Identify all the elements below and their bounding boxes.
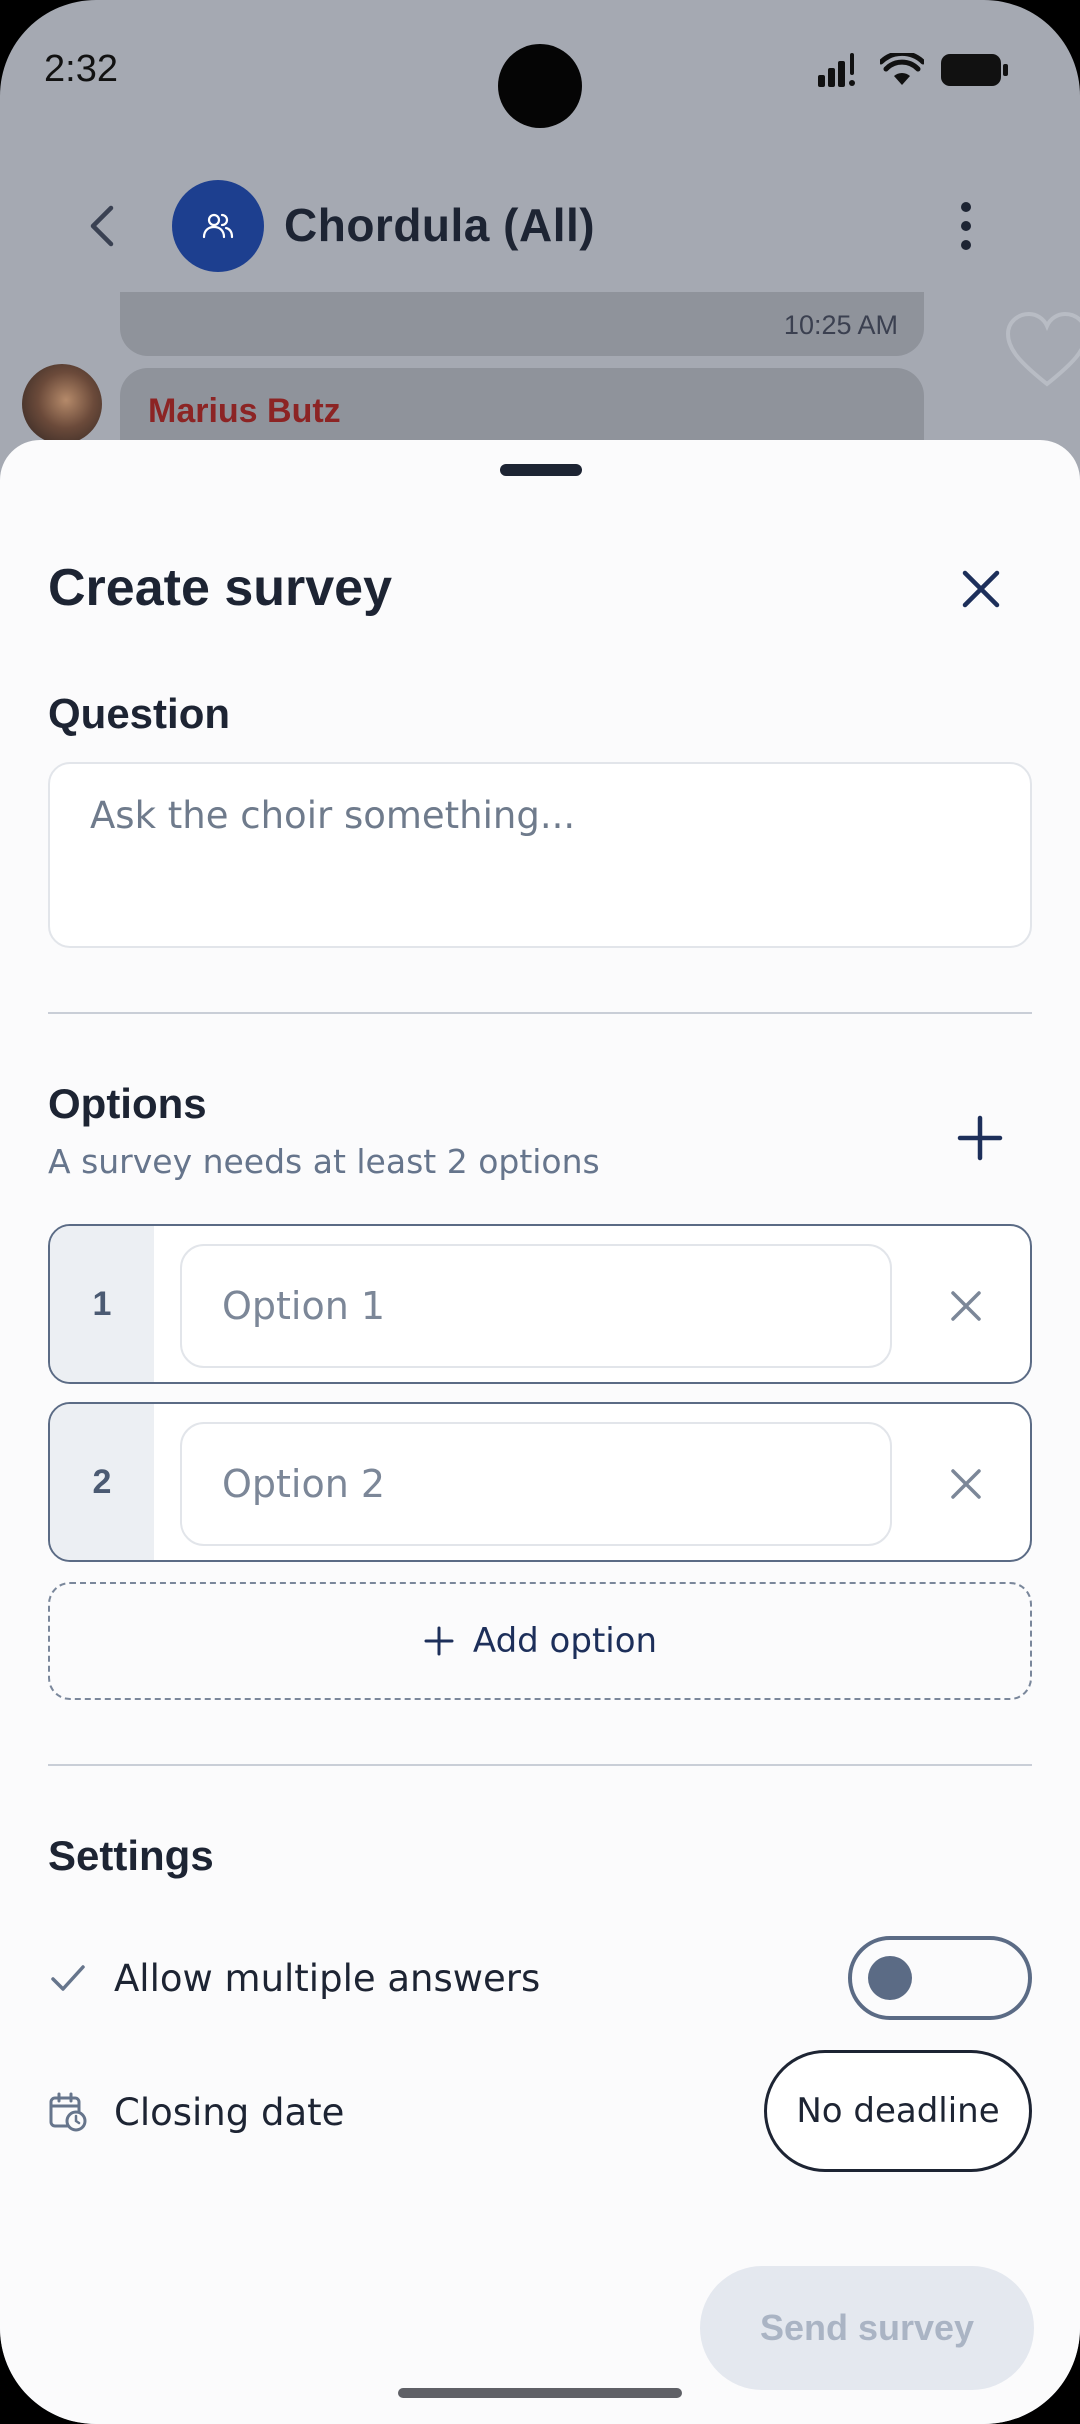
- create-survey-sheet: Create survey Question Ask the choir som…: [0, 440, 1080, 2424]
- close-icon: [951, 1291, 981, 1321]
- sheet-title: Create survey: [48, 559, 392, 617]
- option-number: 2: [50, 1404, 154, 1560]
- phone-screen: 2:32 Chordula (All) 10:25 AM Marius Butz…: [0, 0, 1080, 2424]
- divider: [48, 1764, 1032, 1766]
- question-label: Question: [48, 690, 231, 737]
- message-time: 10:25 AM: [783, 310, 898, 340]
- group-icon: [202, 213, 234, 239]
- back-button[interactable]: [78, 196, 126, 256]
- camera-cutout: [498, 44, 582, 128]
- plus-icon: [957, 1115, 1003, 1161]
- more-dots-icon: [961, 202, 971, 212]
- chevron-left-icon: [90, 205, 114, 247]
- remove-option-button[interactable]: [936, 1276, 996, 1336]
- options-label: Options: [48, 1080, 207, 1127]
- multiple-answers-label: Allow multiple answers: [114, 1956, 541, 2000]
- closing-date-button[interactable]: No deadline: [764, 2050, 1032, 2172]
- battery-icon: [940, 52, 1010, 93]
- divider: [48, 1012, 1032, 1014]
- status-time: 2:32: [44, 48, 118, 90]
- calendar-clock-icon: [49, 2092, 87, 2132]
- add-option-plus-button[interactable]: [952, 1110, 1008, 1166]
- group-avatar[interactable]: [172, 180, 264, 272]
- home-indicator[interactable]: [398, 2388, 682, 2398]
- option-row: 2 Option 2: [48, 1402, 1032, 1562]
- remove-option-button[interactable]: [936, 1454, 996, 1514]
- sender-name: Marius Butz: [148, 392, 341, 430]
- wifi-icon: [878, 50, 926, 92]
- closing-date-label: Closing date: [114, 2090, 345, 2134]
- close-icon: [962, 570, 1000, 608]
- status-icons: [818, 50, 1010, 93]
- option-input[interactable]: Option 2: [180, 1422, 892, 1546]
- multiple-answers-toggle[interactable]: [848, 1936, 1032, 2020]
- plus-icon: [424, 1626, 454, 1656]
- message-bubble: 10:25 AM: [120, 292, 924, 356]
- check-icon: [51, 1965, 85, 1991]
- option-input[interactable]: Option 1: [180, 1244, 892, 1368]
- add-option-button[interactable]: Add option: [48, 1582, 1032, 1700]
- signal-icon: [818, 53, 864, 92]
- close-icon: [951, 1469, 981, 1499]
- heart-decoration-icon: [1002, 310, 1080, 395]
- close-button[interactable]: [954, 562, 1008, 616]
- options-hint: A survey needs at least 2 options: [48, 1142, 600, 1181]
- send-survey-button[interactable]: Send survey: [700, 2266, 1034, 2390]
- option-row: 1 Option 1: [48, 1224, 1032, 1384]
- sheet-drag-handle[interactable]: [500, 464, 582, 476]
- option-number: 1: [50, 1226, 154, 1382]
- more-options-button[interactable]: [956, 196, 976, 256]
- toggle-knob: [868, 1956, 912, 2000]
- chat-title[interactable]: Chordula (All): [284, 198, 595, 252]
- question-input[interactable]: Ask the choir something...: [48, 762, 1032, 948]
- sender-avatar[interactable]: [22, 364, 102, 444]
- settings-label: Settings: [48, 1832, 214, 1879]
- add-option-label: Add option: [472, 1621, 658, 1661]
